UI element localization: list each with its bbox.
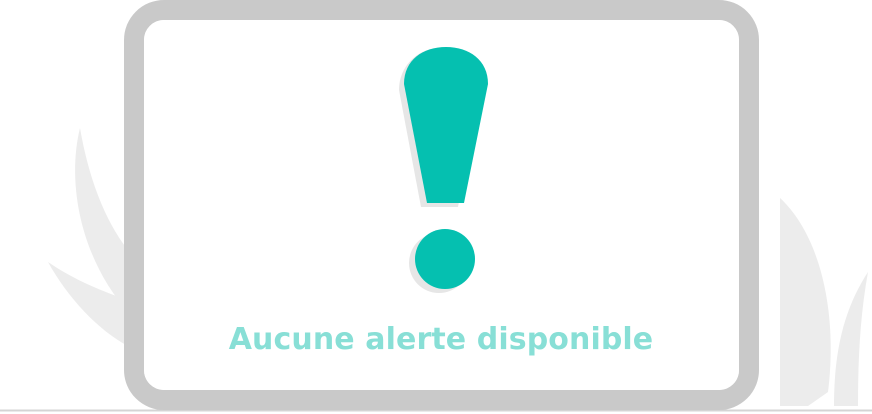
empty-state-message: Aucune alerte disponible — [228, 322, 654, 357]
left-plant-illustration — [48, 128, 128, 346]
right-plant-illustration — [780, 198, 868, 406]
empty-state-illustration: Aucune alerte disponible — [0, 0, 872, 414]
